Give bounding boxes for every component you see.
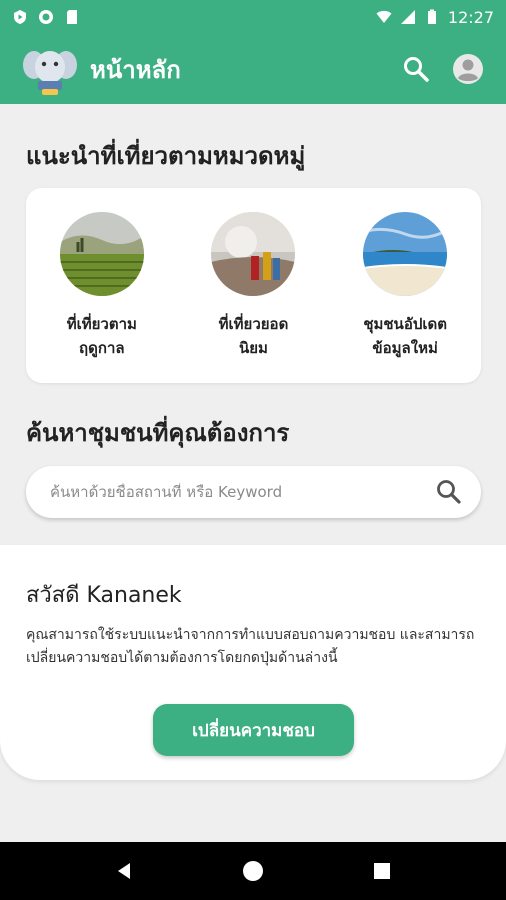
greeting-title: สวัสดี Kananek [26, 583, 182, 608]
search-input[interactable] [50, 483, 435, 501]
home-button[interactable] [233, 851, 273, 891]
greeting-text: คุณสามารถใช้ระบบแนะนำจากการทำแบบสอบถามคว… [26, 627, 475, 666]
sync-icon [39, 10, 53, 24]
profile-button[interactable] [452, 53, 484, 85]
signal-icon [400, 10, 415, 24]
category-seasonal[interactable]: ที่เที่ยวตาม ฤดูกาล [37, 212, 167, 383]
wifi-icon [376, 10, 392, 23]
back-button[interactable] [104, 851, 144, 891]
categories-title: แนะนำที่เที่ยวตามหมวดหมู่ [26, 142, 306, 170]
recents-icon [373, 863, 390, 879]
category-label: ที่เที่ยวตาม ฤดูกาล [66, 315, 137, 357]
account-icon [453, 54, 483, 84]
category-card: ที่เที่ยวตาม ฤดูกาล ที่เที่ยวยอด นิยม ชุ… [26, 188, 481, 383]
festival-photo [211, 212, 296, 296]
category-label: ที่เที่ยวยอด นิยม [218, 315, 289, 357]
status-time: 12:27 [447, 7, 494, 27]
back-icon [118, 863, 131, 879]
sd-card-icon [67, 10, 77, 24]
page-title: หน้าหลัก [90, 55, 181, 84]
system-nav-bar [0, 842, 506, 900]
status-bar: 12:27 [0, 0, 506, 34]
change-preference-button[interactable]: เปลี่ยนความชอบ [153, 704, 354, 756]
category-updated-communities[interactable]: ชุมชนอัปเดต ข้อมูลใหม่ [340, 212, 470, 383]
category-popular[interactable]: ที่เที่ยวยอด นิยม [188, 212, 318, 383]
search-button[interactable] [400, 53, 432, 85]
elephant-logo-icon [23, 51, 77, 95]
search-icon [404, 57, 429, 82]
battery-icon [427, 9, 436, 24]
recents-button[interactable] [362, 851, 402, 891]
tea-plantation-photo [59, 212, 144, 296]
home-icon [242, 861, 263, 881]
beach-photo [363, 212, 448, 296]
search-icon[interactable] [435, 478, 463, 506]
play-protect-icon [14, 10, 26, 24]
app-bar: หน้าหลัก [0, 34, 506, 104]
search-bar[interactable] [26, 466, 481, 518]
greeting-card: สวัสดี Kananek คุณสามารถใช้ระบบแนะนำจากก… [0, 545, 506, 780]
search-section-title: ค้นหาชุมชนที่คุณต้องการ [26, 419, 290, 447]
category-label: ชุมชนอัปเดต ข้อมูลใหม่ [363, 315, 447, 357]
